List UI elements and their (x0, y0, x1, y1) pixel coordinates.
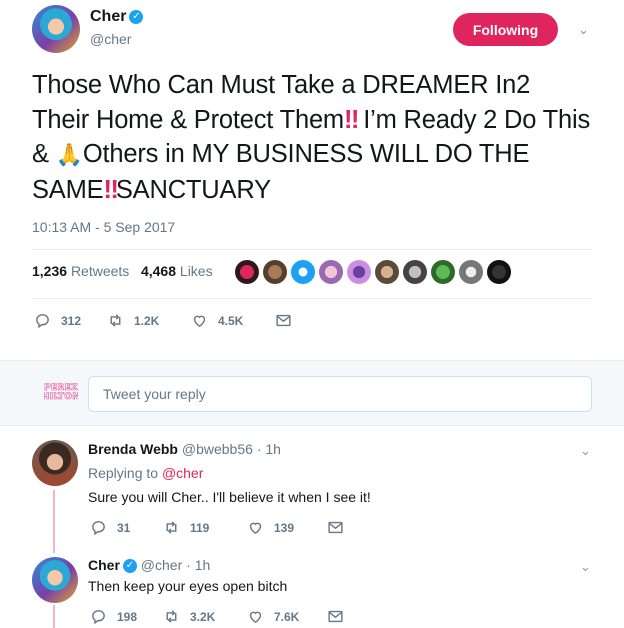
author-name-row[interactable]: Cher ✓ (90, 8, 144, 26)
reply-author-handle[interactable]: @bwebb56 (182, 441, 253, 457)
liker-avatar[interactable] (347, 260, 371, 284)
reply-actions: 198 3.2K 7.6K (90, 608, 354, 625)
direct-message-button[interactable] (275, 312, 302, 329)
reply-avatar[interactable] (32, 557, 78, 603)
liker-avatar[interactable] (375, 260, 399, 284)
author-name[interactable]: Cher (90, 8, 126, 25)
reply-button[interactable]: 312 (34, 312, 107, 329)
heart-icon (193, 315, 206, 328)
author-handle[interactable]: @cher (90, 31, 131, 47)
liker-avatar[interactable] (403, 260, 427, 284)
mention-link[interactable]: @cher (162, 465, 203, 481)
verified-icon: ✓ (129, 9, 144, 24)
envelope-icon (328, 521, 343, 534)
reply-header: Brenda Webb @bwebb56 · 1h (88, 441, 281, 457)
reply-input[interactable]: Tweet your reply (88, 376, 592, 412)
envelope-icon (276, 314, 291, 327)
reply-text: Sure you will Cher.. I'll believe it whe… (88, 489, 371, 505)
reply-avatar[interactable] (32, 440, 78, 486)
retweet-icon (166, 610, 177, 623)
engagement-stats: 1,236 Retweets 4,468 Likes (32, 263, 213, 279)
divider (32, 298, 592, 299)
reply-author-name[interactable]: Brenda Webb (88, 441, 178, 457)
reply-time[interactable]: · 1h (257, 441, 281, 457)
current-user-avatar[interactable]: PEREZ HILTON (44, 378, 78, 408)
liker-avatar[interactable] (291, 260, 315, 284)
thread-connector (53, 605, 55, 628)
tweet-actions: 312 1.2K 4.5K (34, 312, 302, 329)
liker-avatar[interactable] (459, 260, 483, 284)
reply-button[interactable]: 31 (90, 519, 163, 536)
divider (32, 249, 592, 250)
liker-avatar[interactable] (235, 260, 259, 284)
chevron-down-icon[interactable]: ⌄ (580, 559, 591, 575)
folded-hands-icon: 🙏 (55, 142, 83, 167)
retweet-icon (110, 314, 121, 327)
verified-icon: ✓ (122, 559, 137, 574)
retweet-button[interactable]: 1.2K (107, 312, 191, 329)
direct-message-button[interactable] (327, 519, 354, 536)
reply-text: Then keep your eyes open bitch (88, 578, 288, 594)
tweet-text: Those Who Can Must Take a DREAMER In2 Th… (32, 71, 591, 204)
reply-icon (92, 610, 105, 625)
liker-avatar[interactable] (263, 260, 287, 284)
double-exclamation-icon: ‼ (103, 175, 119, 204)
thread-connector (53, 490, 55, 553)
envelope-icon (328, 610, 343, 623)
double-exclamation-icon: ‼ (343, 105, 360, 134)
following-button[interactable]: Following (453, 13, 558, 46)
liker-avatar[interactable] (487, 260, 511, 284)
reply-actions: 31 119 139 (90, 519, 354, 536)
reply-header: Cher ✓ @cher · 1h (88, 557, 210, 574)
tweet-timestamp[interactable]: 10:13 AM - 5 Sep 2017 (32, 219, 175, 235)
reply-button[interactable]: 198 (90, 608, 163, 625)
like-button[interactable]: 7.6K (247, 608, 327, 625)
retweet-button[interactable]: 119 (163, 519, 247, 536)
reply-icon (36, 314, 49, 329)
likers-avatars (235, 260, 515, 284)
reply-author-handle[interactable]: @cher (141, 557, 182, 573)
reply-icon (92, 521, 105, 536)
retweets-stat[interactable]: 1,236 Retweets (32, 263, 129, 279)
chevron-down-icon[interactable]: ⌄ (578, 22, 589, 38)
like-button[interactable]: 4.5K (191, 312, 275, 329)
like-button[interactable]: 139 (247, 519, 327, 536)
chevron-down-icon[interactable]: ⌄ (580, 443, 591, 459)
cher-avatar[interactable] (32, 5, 80, 53)
liker-avatar[interactable] (431, 260, 455, 284)
liker-avatar[interactable] (319, 260, 343, 284)
retweet-button[interactable]: 3.2K (163, 608, 247, 625)
replying-to: Replying to @cher (88, 465, 204, 481)
reply-author-name[interactable]: Cher (88, 557, 120, 573)
likes-stat[interactable]: 4,468 Likes (141, 263, 213, 279)
heart-icon (249, 522, 262, 535)
heart-icon (249, 611, 262, 624)
direct-message-button[interactable] (327, 608, 354, 625)
reply-time[interactable]: · 1h (186, 557, 210, 573)
retweet-icon (166, 521, 177, 534)
